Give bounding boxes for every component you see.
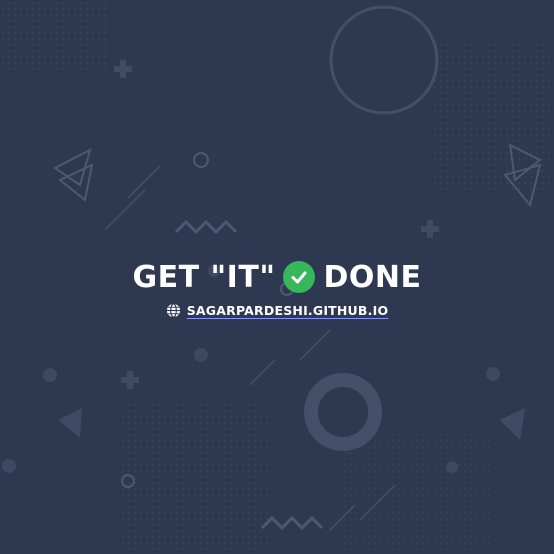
dot [194, 348, 208, 362]
website-link-row[interactable]: SAGARPARDESHI.GITHUB.IO [0, 300, 554, 320]
dot-pattern-top-right [430, 40, 554, 190]
small-circle [193, 152, 209, 168]
banner: GET "IT" DONE SAGARPARDESHI.GITHUB.IO [0, 0, 554, 554]
ring-top [329, 5, 439, 115]
zigzag [260, 515, 324, 531]
zigzag [174, 219, 238, 235]
triangle-filled [58, 408, 82, 438]
triangle-filled [500, 408, 525, 440]
dot [43, 368, 57, 382]
dot-pattern-bottom-left [120, 400, 270, 554]
dot-pattern-bottom-right [340, 430, 490, 554]
headline-text-after: DONE [323, 259, 422, 295]
plus-shape [121, 371, 139, 389]
website-link[interactable]: SAGARPARDESHI.GITHUB.IO [187, 303, 389, 318]
headline: GET "IT" DONE [0, 255, 554, 299]
plus-shape [421, 220, 439, 238]
dot [2, 459, 16, 473]
headline-text-before: GET "IT" [132, 259, 276, 295]
dot [446, 461, 458, 473]
dot [486, 367, 500, 381]
dot-pattern-top-left [0, 0, 110, 70]
check-circle-icon [283, 261, 316, 293]
triangle-outline [53, 148, 94, 202]
globe-icon [166, 302, 181, 318]
plus-shape [114, 60, 132, 78]
